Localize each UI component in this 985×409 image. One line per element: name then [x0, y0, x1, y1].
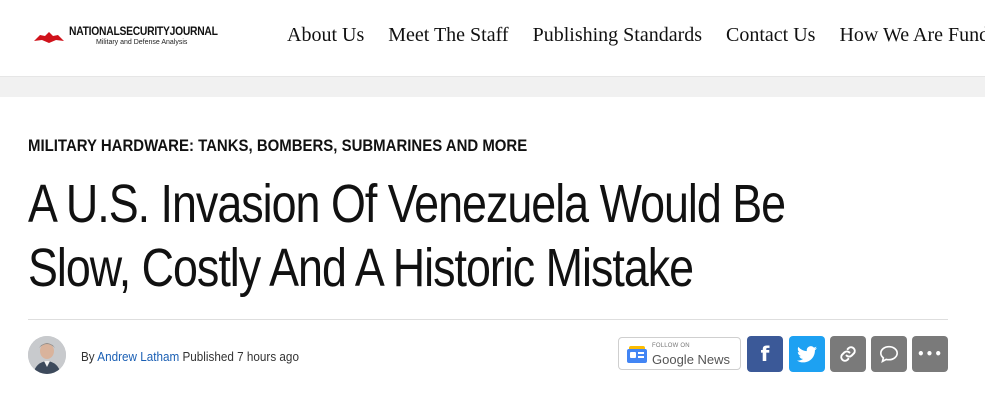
- article-title: A U.S. Invasion Of Venezuela Would Be Sl…: [28, 174, 786, 298]
- more-dots-icon: •••: [916, 347, 943, 361]
- site-header: NATIONALSECURITYJOURNAL Military and Def…: [0, 0, 985, 77]
- google-news-icon: [627, 346, 647, 363]
- nav-contact-us[interactable]: Contact Us: [726, 24, 815, 47]
- twitter-icon: [797, 345, 817, 362]
- link-icon: [840, 346, 856, 362]
- nav-how-we-are-funded[interactable]: How We Are Funded: [839, 24, 985, 47]
- byline-prefix: By: [81, 349, 95, 364]
- nav-meet-the-staff[interactable]: Meet The Staff: [388, 24, 508, 47]
- author-avatar[interactable]: [28, 336, 66, 374]
- author-link[interactable]: Andrew Latham: [97, 349, 179, 364]
- share-facebook-button[interactable]: f: [747, 336, 783, 372]
- share-twitter-button[interactable]: [789, 336, 825, 372]
- published-label: Published: [182, 349, 234, 364]
- nav-about-us[interactable]: About Us: [287, 24, 364, 47]
- published-time: 7 hours ago: [237, 349, 299, 364]
- copy-link-button[interactable]: [830, 336, 866, 372]
- google-news-label: Google News: [652, 352, 731, 367]
- logo-name: NATIONALSECURITYJOURNAL: [69, 24, 218, 38]
- more-share-button[interactable]: •••: [912, 336, 948, 372]
- byline: By Andrew Latham Published 7 hours ago: [81, 349, 299, 364]
- header-band: [0, 77, 985, 97]
- avatar-portrait-icon: [28, 336, 66, 374]
- comment-button[interactable]: [871, 336, 907, 372]
- facebook-icon: f: [760, 342, 770, 366]
- logo-mark-icon: [34, 32, 64, 43]
- google-news-follow-button[interactable]: FOLLOW ON Google News: [618, 337, 741, 370]
- byline-divider: [28, 319, 948, 320]
- google-news-follow-label: FOLLOW ON: [652, 343, 690, 349]
- main-nav: About Us Meet The Staff Publishing Stand…: [287, 24, 985, 47]
- site-logo[interactable]: NATIONALSECURITYJOURNAL Military and Def…: [34, 22, 218, 52]
- comment-icon: [879, 345, 899, 363]
- article-category[interactable]: MILITARY HARDWARE: TANKS, BOMBERS, SUBMA…: [28, 136, 527, 156]
- nav-publishing-standards[interactable]: Publishing Standards: [533, 24, 702, 47]
- logo-tagline: Military and Defense Analysis: [96, 39, 188, 46]
